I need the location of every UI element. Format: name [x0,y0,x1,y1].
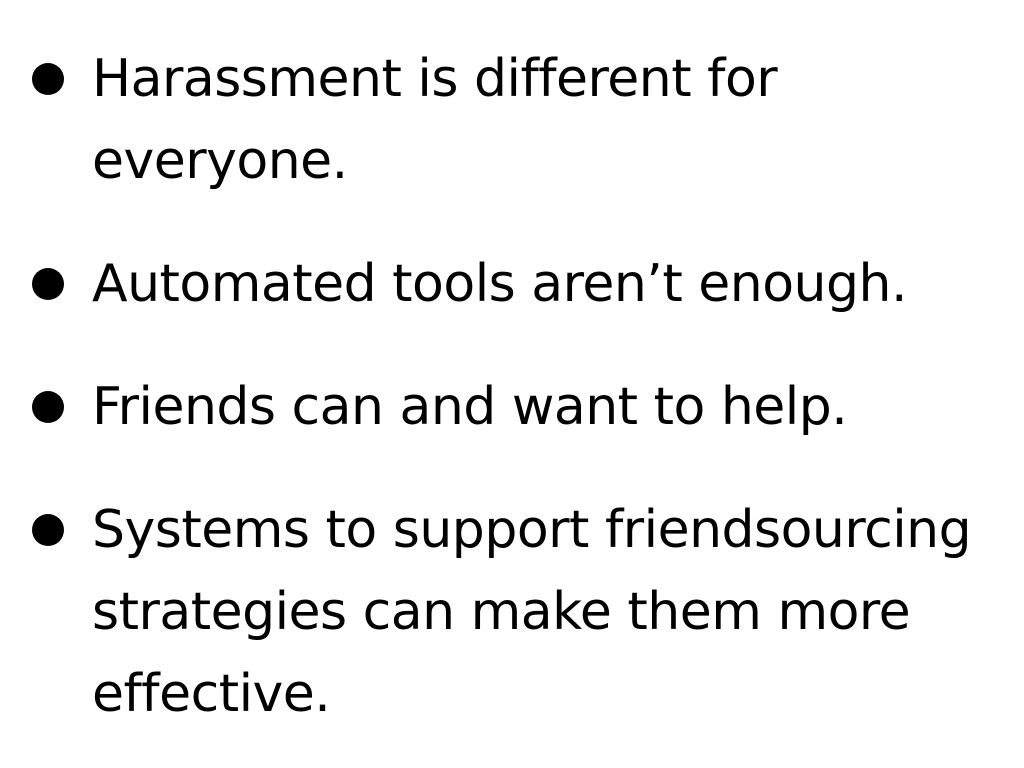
bullet-dot-icon [32,514,64,546]
bullet-dot-icon [32,268,64,300]
bullet-text: Systems to support friendsourcing strate… [92,500,972,724]
bullet-item: Systems to support friendsourcing strate… [32,489,1002,735]
slide: Harassment is different for everyone. Au… [0,0,1024,768]
bullet-item: Automated tools aren’t enough. [32,243,1002,325]
bullet-item: Friends can and want to help. [32,366,1002,448]
bullet-item: Harassment is different for everyone. [32,38,1002,202]
bullet-dot-icon [32,391,64,423]
bullet-text: Automated tools aren’t enough. [92,254,907,314]
bullet-text: Harassment is different for everyone. [92,49,778,191]
bullet-dot-icon [32,63,64,95]
bullet-list: Harassment is different for everyone. Au… [32,38,1002,735]
bullet-text: Friends can and want to help. [92,377,848,437]
